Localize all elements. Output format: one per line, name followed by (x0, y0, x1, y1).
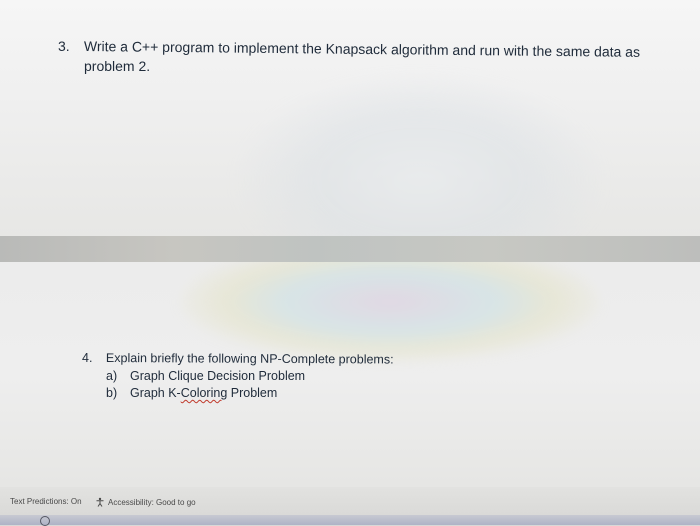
list-item-b-text-start: Graph K- (130, 386, 181, 400)
list-item-b-text[interactable]: Graph K-Coloring Problem (130, 384, 277, 403)
list-item-b-text-end: Problem (227, 386, 278, 400)
question-3-number: 3. (58, 38, 70, 54)
text-predictions-status[interactable]: Text Predictions: On (10, 497, 82, 506)
spelling-flagged-word[interactable]: Coloring (181, 386, 228, 400)
question-3-text-continued[interactable]: problem 2. (84, 58, 150, 74)
list-item-b-label: b) (106, 386, 118, 400)
question-4-number: 4. (82, 351, 93, 365)
document-page-top (0, 0, 700, 236)
accessibility-label: Accessibility: Good to go (108, 497, 196, 507)
page-break (0, 236, 700, 262)
screen-moire (180, 262, 600, 362)
accessibility-icon (96, 497, 104, 507)
screen-moire (230, 70, 610, 236)
accessibility-status[interactable]: Accessibility: Good to go (95, 497, 196, 507)
document-page-bottom (0, 262, 700, 487)
taskbar (0, 515, 700, 525)
